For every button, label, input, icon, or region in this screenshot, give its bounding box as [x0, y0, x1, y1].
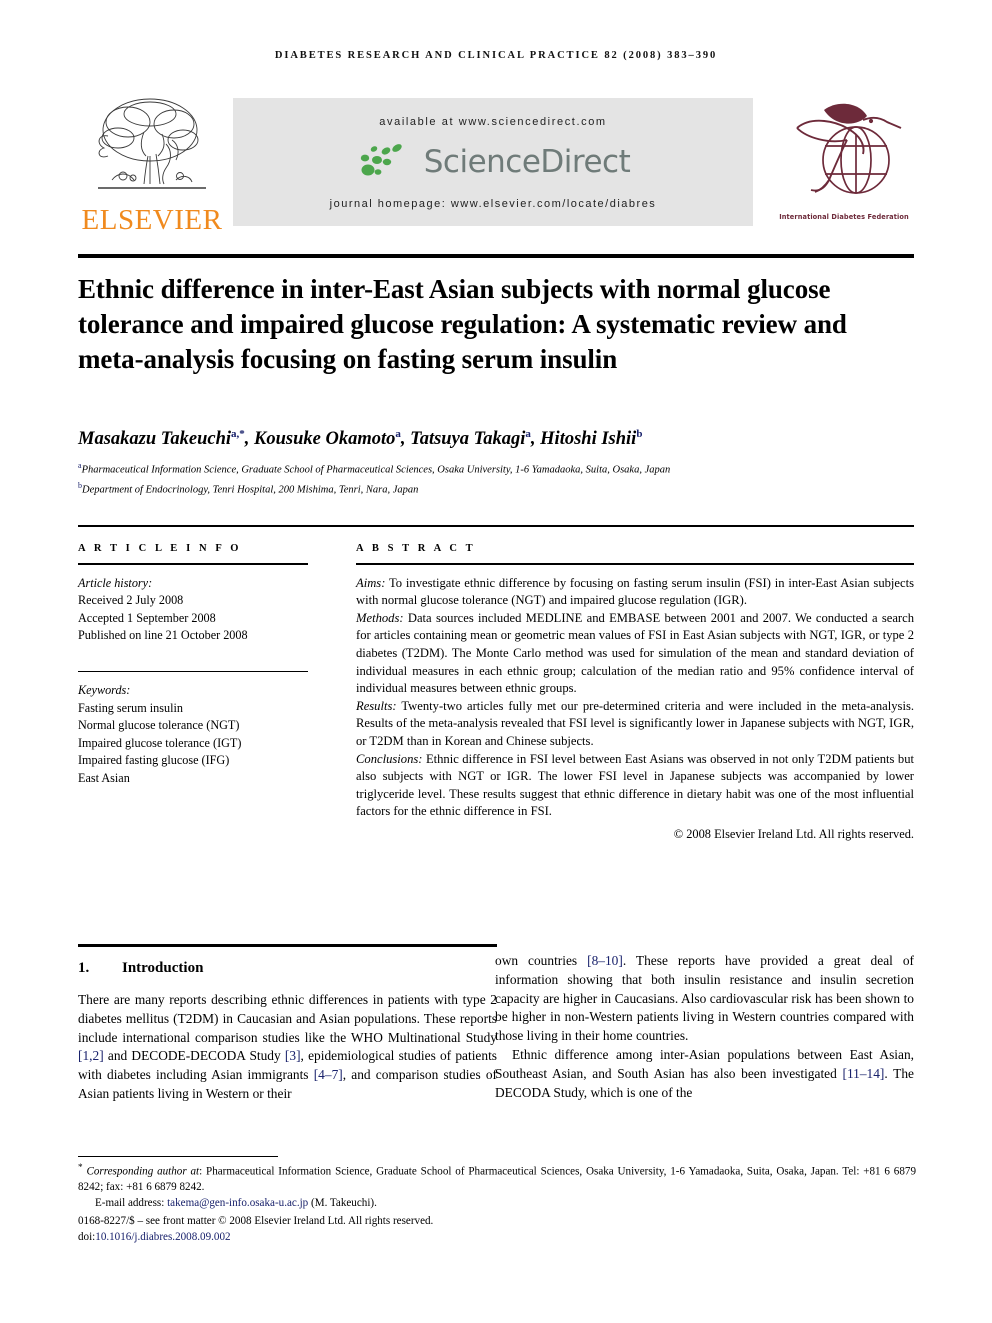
- section-label: Introduction: [122, 960, 204, 976]
- sciencedirect-logo: ScienceDirect: [233, 140, 753, 184]
- elsevier-wordmark: ELSEVIER: [81, 204, 223, 236]
- running-head: DIABETES RESEARCH AND CLINICAL PRACTICE …: [274, 50, 718, 61]
- footnote-rule: [78, 1156, 278, 1157]
- author-block: Masakazu Takeuchia,*, Kousuke Okamotoa, …: [78, 428, 918, 499]
- issn-line: 0168-8227/$ – see front matter © 2008 El…: [78, 1215, 434, 1228]
- abstract-copyright: © 2008 Elsevier Ireland Ltd. All rights …: [673, 826, 914, 841]
- abstract-results-text: Twenty-two articles fully met our pre-de…: [356, 698, 914, 748]
- abstract-methods-label: Methods:: [356, 610, 404, 625]
- doi-line[interactable]: doi:10.1016/j.diabres.2008.09.002: [78, 1230, 916, 1245]
- title-top-rule: [78, 254, 914, 258]
- affiliation-list: aPharmaceutical Information Science, Gra…: [78, 459, 918, 498]
- authors-bottom-rule: [78, 525, 914, 527]
- abstract-conclusions-label: Conclusions:: [356, 751, 423, 766]
- body-column-left: 1. Introduction There are many reports de…: [78, 952, 497, 1104]
- history-item: Published on line 21 October 2008: [78, 628, 248, 643]
- section-number: 1.: [78, 960, 90, 976]
- affiliation-a: aPharmaceutical Information Science, Gra…: [78, 461, 671, 476]
- sciencedirect-wordmark: ScienceDirect: [423, 144, 631, 180]
- keywords-rule: [78, 670, 308, 673]
- footnote-block: * Corresponding author at: Pharmaceutica…: [78, 1161, 916, 1245]
- journal-article-page: DIABETES RESEARCH AND CLINICAL PRACTICE …: [0, 0, 992, 1323]
- abstract-body: Aims: To investigate ethnic difference b…: [356, 575, 914, 821]
- article-history-label: Article history:: [78, 575, 153, 590]
- keyword-item: East Asian: [78, 770, 130, 785]
- body-column-right: own countries [8–10]. These reports have…: [495, 952, 914, 1102]
- abstract-column: A B S T R A C T Aims: To investigate eth…: [356, 543, 914, 842]
- keyword-item: Fasting serum insulin: [78, 700, 183, 715]
- abstract-aims-text: To investigate ethnic difference by focu…: [356, 575, 914, 608]
- article-history: Article history: Received 2 July 2008 Ac…: [78, 575, 308, 645]
- history-item: Received 2 July 2008: [78, 593, 184, 608]
- abstract-methods-text: Data sources included MEDLINE and EMBASE…: [356, 610, 914, 696]
- keyword-item: Impaired glucose tolerance (IGT): [78, 735, 242, 750]
- masthead: ELSEVIER available at www.sciencedirect.…: [78, 92, 914, 240]
- abstract-heading: A B S T R A C T: [356, 543, 476, 554]
- section-title-introduction: 1. Introduction: [78, 960, 497, 977]
- history-item: Accepted 1 September 2008: [78, 610, 216, 625]
- idf-caption: International Diabetes Federation: [779, 213, 909, 221]
- abstract-rule: [356, 563, 914, 565]
- elsevier-tree-icon: [98, 98, 206, 189]
- keyword-item: Impaired fasting glucose (IFG): [78, 753, 230, 768]
- available-at-text: available at www.sciencedirect.com: [379, 116, 607, 128]
- abstract-results: Results: Twenty-two articles fully met o…: [356, 698, 914, 751]
- body-top-rule: [78, 944, 497, 947]
- article-info-heading: A R T I C L E I N F O: [78, 543, 242, 554]
- idf-logo: International Diabetes Federation: [774, 94, 914, 221]
- article-info-rule: [78, 563, 308, 565]
- asterisk-marker: *: [78, 1163, 83, 1173]
- intro-left-text: There are many reports describing ethnic…: [78, 991, 497, 1104]
- abstract-conclusions: Conclusions: Ethnic difference in FSI le…: [356, 751, 914, 821]
- elsevier-logo: ELSEVIER: [78, 92, 226, 240]
- page-title: Ethnic difference in inter-East Asian su…: [78, 274, 847, 374]
- paragraph: There are many reports describing ethnic…: [78, 992, 498, 1101]
- corresponding-author-note: * Corresponding author at: Pharmaceutica…: [78, 1163, 916, 1193]
- intro-right-text: own countries [8–10]. These reports have…: [495, 952, 914, 1102]
- journal-homepage-text: journal homepage: www.elsevier.com/locat…: [329, 198, 657, 210]
- abstract-aims: Aims: To investigate ethnic difference b…: [356, 575, 914, 610]
- abstract-results-label: Results:: [356, 698, 397, 713]
- title-block: Ethnic difference in inter-East Asian su…: [78, 272, 878, 377]
- keywords-label: Keywords:: [78, 683, 131, 698]
- abstract-conclusions-text: Ethnic difference in FSI level between E…: [356, 751, 914, 819]
- sciencedirect-band: available at www.sciencedirect.com Scien…: [233, 98, 753, 226]
- paragraph: Ethnic difference among inter-Asian popu…: [495, 1046, 914, 1100]
- abstract-aims-label: Aims:: [356, 575, 386, 590]
- affiliation-b: bDepartment of Endocrinology, Tenri Hosp…: [78, 481, 419, 496]
- sciencedirect-leaf-icon: [360, 144, 402, 176]
- hummingbird-globe-icon: [796, 103, 902, 194]
- abstract-methods: Methods: Data sources included MEDLINE a…: [356, 610, 914, 698]
- author-list: Masakazu Takeuchia,*, Kousuke Okamotoa, …: [78, 428, 643, 450]
- email-note[interactable]: E-mail address: takema@gen-info.osaka-u.…: [78, 1196, 916, 1211]
- keywords-block: Keywords: Fasting serum insulin Normal g…: [78, 682, 308, 787]
- keyword-item: Normal glucose tolerance (NGT): [78, 718, 240, 733]
- article-info-column: A R T I C L E I N F O Article history: R…: [78, 543, 308, 787]
- paragraph: own countries [8–10]. These reports have…: [495, 953, 914, 1044]
